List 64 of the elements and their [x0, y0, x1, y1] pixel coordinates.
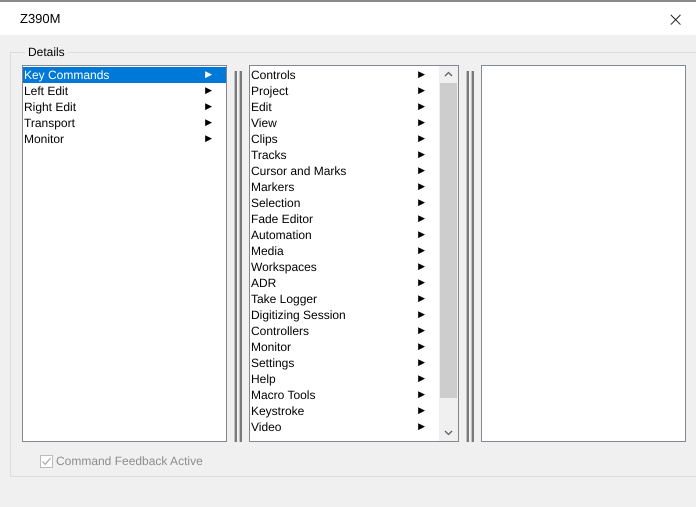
list-item[interactable]: Media ▶: [250, 243, 439, 259]
scrollbar[interactable]: [439, 66, 458, 441]
arrow-icon: ▶: [418, 99, 425, 115]
command-list[interactable]: [249, 65, 459, 442]
list-item[interactable]: Video ▶: [250, 419, 439, 435]
arrow-icon: ▶: [418, 275, 425, 291]
list-item[interactable]: Transport ▶: [23, 115, 226, 131]
arrow-icon: ▶: [418, 211, 425, 227]
list-item[interactable]: Fade Editor ▶: [250, 211, 439, 227]
arrow-icon: ▶: [418, 403, 425, 419]
arrow-icon: ▶: [418, 323, 425, 339]
list-item[interactable]: Left Edit ▶: [23, 83, 226, 99]
arrow-icon: ▶: [418, 259, 425, 275]
arrow-icon: ▶: [418, 195, 425, 211]
arrow-icon: ▶: [418, 371, 425, 387]
list-item[interactable]: Digitizing Session ▶: [250, 307, 439, 323]
list-item[interactable]: View ▶: [250, 115, 439, 131]
arrow-icon: ▶: [418, 115, 425, 131]
arrow-icon: ▶: [418, 243, 425, 259]
list-item[interactable]: Cursor and Marks ▶: [250, 163, 439, 179]
arrow-icon: ▶: [418, 291, 425, 307]
arrow-icon: ▶: [205, 83, 212, 99]
list-item[interactable]: Macro Tools ▶: [250, 387, 439, 403]
arrow-icon: ▶: [418, 355, 425, 371]
arrow-icon: ▶: [205, 131, 212, 147]
list-item[interactable]: Settings ▶: [250, 355, 439, 371]
list-item[interactable]: Keystroke ▶: [250, 403, 439, 419]
list-item[interactable]: Controls ▶: [250, 67, 439, 83]
window-title: Z390M: [20, 11, 60, 26]
arrow-icon: ▶: [205, 67, 212, 83]
list-item[interactable]: Selection ▶: [250, 195, 439, 211]
arrow-icon: ▶: [418, 227, 425, 243]
arrow-icon: ▶: [418, 163, 425, 179]
check-icon: [41, 456, 52, 466]
list-item[interactable]: ADR ▶: [250, 275, 439, 291]
arrow-icon: ▶: [418, 387, 425, 403]
group-title: Details: [27, 45, 66, 59]
arrow-icon: ▶: [418, 179, 425, 195]
arrow-icon: ▶: [418, 83, 425, 99]
list-item[interactable]: Monitor ▶: [23, 131, 226, 147]
list-item[interactable]: Right Edit ▶: [23, 99, 226, 115]
arrow-icon: ▶: [418, 131, 425, 147]
list-item[interactable]: Markers ▶: [250, 179, 439, 195]
list-item[interactable]: Help ▶: [250, 371, 439, 387]
arrow-icon: ▶: [205, 115, 212, 131]
arrow-icon: ▶: [418, 67, 425, 83]
scrollbar-thumb[interactable]: [440, 83, 457, 398]
arrow-icon: ▶: [418, 339, 425, 355]
list-item[interactable]: Take Logger ▶: [250, 291, 439, 307]
category-list[interactable]: Key Commands ▶ Left Edit ▶ Right Edit ▶ Transport ▶ Monitor ▶: [22, 65, 227, 442]
list-item[interactable]: Tracks ▶: [250, 147, 439, 163]
arrow-icon: ▶: [205, 99, 212, 115]
list-item[interactable]: Automation ▶: [250, 227, 439, 243]
list-item[interactable]: Workspaces ▶: [250, 259, 439, 275]
arrow-icon: ▶: [418, 147, 425, 163]
list-item[interactable]: Key Commands ▶: [23, 67, 226, 83]
list-item[interactable]: Edit ▶: [250, 99, 439, 115]
arrow-icon: ▶: [418, 419, 425, 435]
list-item[interactable]: Controllers ▶: [250, 323, 439, 339]
arrow-icon: ▶: [418, 307, 425, 323]
list-item[interactable]: Project ▶: [250, 83, 439, 99]
list-item[interactable]: Monitor ▶: [250, 339, 439, 355]
list-item[interactable]: Clips ▶: [250, 131, 439, 147]
close-button[interactable]: ×: [665, 6, 686, 30]
